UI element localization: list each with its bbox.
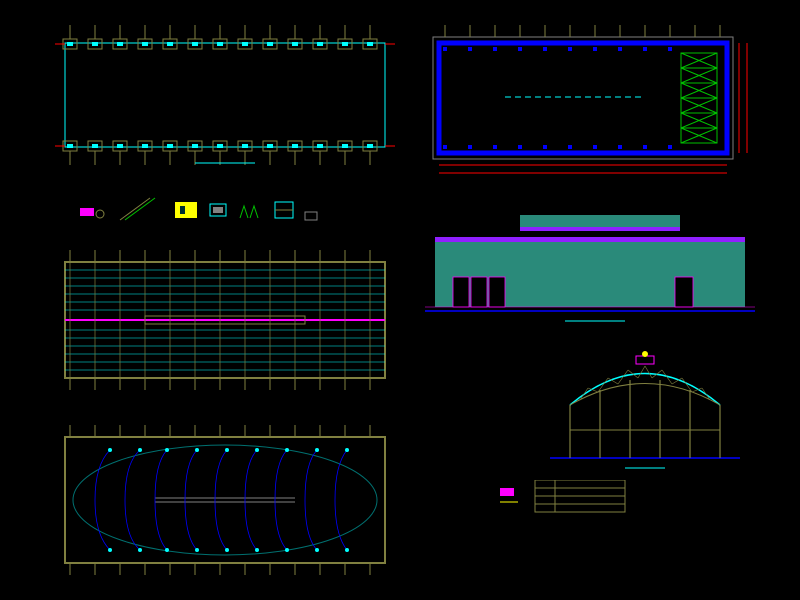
section <box>550 350 740 470</box>
roof-framing-plan <box>55 250 395 390</box>
foundation-plan <box>55 25 395 165</box>
front-elevation <box>425 215 755 325</box>
legend <box>500 480 680 520</box>
floor-plan <box>425 25 755 180</box>
electrical-plan <box>55 425 395 575</box>
details-strip <box>80 190 360 230</box>
